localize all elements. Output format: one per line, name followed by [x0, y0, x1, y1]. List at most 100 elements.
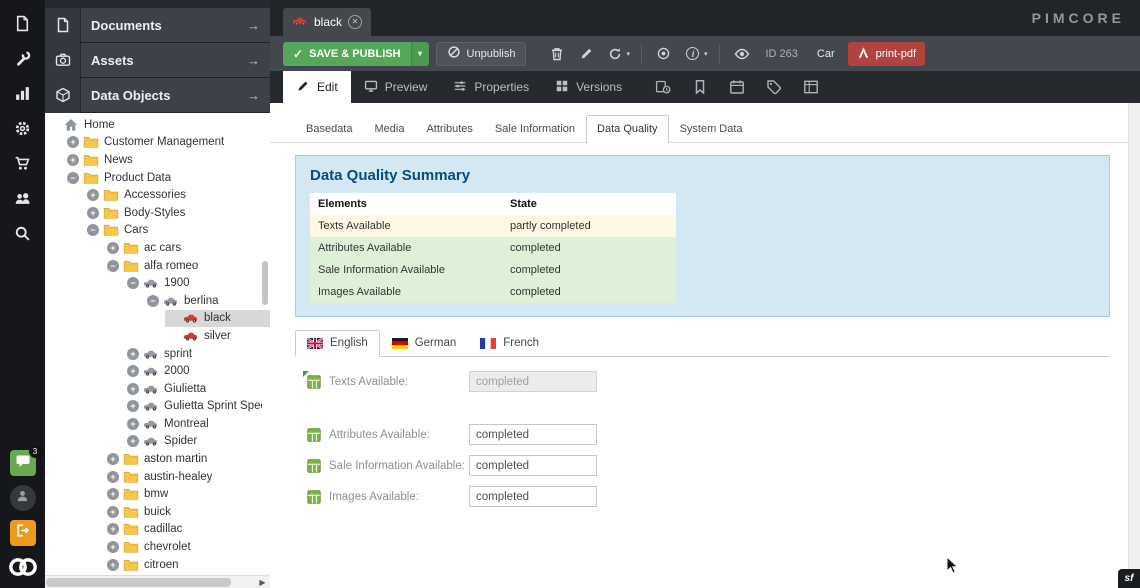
right-scroll-gutter[interactable]: [1128, 103, 1140, 588]
save-publish-button[interactable]: ✓SAVE & PUBLISH ▾: [283, 42, 429, 66]
tree-node-montreal[interactable]: +Montreal: [45, 415, 270, 433]
tree-vertical-scrollbar[interactable]: [261, 113, 269, 573]
tree-node-aston-martin[interactable]: +aston martin: [45, 450, 270, 468]
tree-node-cars[interactable]: −Cars: [45, 222, 270, 240]
reload-caret-icon[interactable]: ▾: [626, 50, 630, 58]
logout-button[interactable]: [10, 520, 36, 546]
info-button[interactable]: i: [682, 42, 704, 66]
expand-plus-icon[interactable]: +: [127, 418, 139, 430]
tab-edit[interactable]: Edit: [283, 71, 351, 103]
tag-button[interactable]: [766, 79, 782, 95]
content-tab-sale-information[interactable]: Sale Information: [484, 115, 586, 144]
expand-plus-icon[interactable]: +: [87, 207, 99, 219]
language-tab-german[interactable]: German: [380, 330, 469, 357]
reload-button[interactable]: [604, 42, 626, 66]
expand-plus-icon[interactable]: +: [127, 365, 139, 377]
rail-reports-icon[interactable]: [0, 76, 45, 111]
expand-plus-icon[interactable]: +: [107, 471, 119, 483]
tree-node-home[interactable]: Home: [45, 116, 270, 134]
tree-node-2000[interactable]: +2000: [45, 362, 270, 380]
tree-node-spider[interactable]: +Spider: [45, 433, 270, 451]
tree-node-gulietta-sprint-specia[interactable]: +Gulietta Sprint Specia: [45, 398, 270, 416]
preview-eye-button[interactable]: [731, 42, 753, 66]
rail-ecommerce-icon[interactable]: [0, 146, 45, 181]
rail-customers-icon[interactable]: [0, 181, 45, 216]
expand-plus-icon[interactable]: +: [127, 348, 139, 360]
collapse-minus-icon[interactable]: −: [147, 295, 159, 307]
tree-node-cadillac[interactable]: +cadillac: [45, 521, 270, 539]
language-tab-french[interactable]: French: [468, 330, 551, 357]
rail-settings-icon[interactable]: [0, 111, 45, 146]
field-input-texts-available[interactable]: [469, 371, 597, 392]
expand-plus-icon[interactable]: +: [107, 541, 119, 553]
tab-black[interactable]: black ✕: [283, 8, 371, 36]
unpublish-button[interactable]: Unpublish: [436, 42, 527, 66]
rail-tools-icon[interactable]: [0, 41, 45, 76]
field-input-attributes-available[interactable]: [469, 424, 597, 445]
tree-node-accessories[interactable]: +Accessories: [45, 186, 270, 204]
tree-node-giulietta[interactable]: +Giulietta: [45, 380, 270, 398]
calendar-button[interactable]: [729, 79, 745, 95]
tab-versions[interactable]: Versions: [542, 71, 635, 103]
tree-node-alfa-romeo[interactable]: −alfa romeo: [45, 257, 270, 275]
locate-in-tree-button[interactable]: [653, 42, 675, 66]
language-tab-english[interactable]: English: [295, 330, 380, 357]
tree-horizontal-scrollbar[interactable]: ▶: [45, 575, 270, 588]
expand-plus-icon[interactable]: +: [87, 189, 99, 201]
collapse-minus-icon[interactable]: −: [67, 172, 79, 184]
scroll-right-arrow-icon[interactable]: ▶: [256, 576, 269, 588]
rename-button[interactable]: [575, 42, 597, 66]
expand-plus-icon[interactable]: +: [127, 400, 139, 412]
expand-plus-icon[interactable]: +: [107, 559, 119, 571]
scrollbar-thumb[interactable]: [46, 578, 231, 587]
report-button[interactable]: [803, 79, 819, 95]
expand-plus-icon[interactable]: +: [127, 435, 139, 447]
print-pdf-button[interactable]: print-pdf: [848, 42, 925, 66]
delete-button[interactable]: [546, 42, 568, 66]
notifications-button[interactable]: 3: [10, 450, 36, 476]
symfony-toolbar-badge[interactable]: sf: [1118, 569, 1140, 588]
tree-node-silver[interactable]: silver: [45, 327, 270, 345]
tree-node-sprint[interactable]: +sprint: [45, 345, 270, 363]
tree-node-austin-healey[interactable]: +austin-healey: [45, 468, 270, 486]
tree-node-chevrolet[interactable]: +chevrolet: [45, 538, 270, 556]
schedule-button[interactable]: [655, 79, 671, 95]
tree-node-buick[interactable]: +buick: [45, 503, 270, 521]
collapse-minus-icon[interactable]: −: [87, 224, 99, 236]
collapse-minus-icon[interactable]: −: [127, 277, 139, 289]
tree-node-ac-cars[interactable]: +ac cars: [45, 239, 270, 257]
save-options-caret-icon[interactable]: ▾: [411, 42, 429, 66]
expand-plus-icon[interactable]: +: [107, 488, 119, 500]
rail-documents-icon[interactable]: [0, 6, 45, 41]
tree-node-1900[interactable]: −1900: [45, 274, 270, 292]
expand-plus-icon[interactable]: +: [107, 242, 119, 254]
expand-plus-icon[interactable]: +: [107, 506, 119, 518]
scrollbar-thumb[interactable]: [262, 261, 268, 305]
expand-plus-icon[interactable]: +: [107, 453, 119, 465]
field-input-images-available[interactable]: [469, 486, 597, 507]
panel-data-objects[interactable]: Data Objects →: [45, 78, 270, 113]
tab-preview[interactable]: Preview: [351, 71, 441, 103]
expand-plus-icon[interactable]: +: [67, 154, 79, 166]
content-tab-system-data[interactable]: System Data: [669, 115, 754, 144]
panel-assets[interactable]: Assets →: [45, 43, 270, 78]
content-tab-basedata[interactable]: Basedata: [295, 115, 363, 144]
tree-node-citroen[interactable]: +citroen: [45, 556, 270, 574]
tree-node-news[interactable]: +News: [45, 151, 270, 169]
collapse-minus-icon[interactable]: −: [107, 260, 119, 272]
expand-plus-icon[interactable]: +: [67, 136, 79, 148]
rail-search-icon[interactable]: [0, 216, 45, 251]
info-caret-icon[interactable]: ▾: [704, 50, 708, 58]
tree-node-body-styles[interactable]: +Body-Styles: [45, 204, 270, 222]
user-profile-button[interactable]: [10, 485, 36, 511]
tree-node-black[interactable]: black: [45, 310, 270, 328]
tree-node-bmw[interactable]: +bmw: [45, 485, 270, 503]
tree-node-customer-management[interactable]: +Customer Management: [45, 134, 270, 152]
tree-node-berlina[interactable]: −berlina: [45, 292, 270, 310]
panel-documents[interactable]: Documents →: [45, 8, 270, 43]
bookmark-button[interactable]: [692, 79, 708, 95]
close-icon[interactable]: ✕: [348, 15, 362, 29]
content-tab-attributes[interactable]: Attributes: [415, 115, 483, 144]
expand-plus-icon[interactable]: +: [107, 523, 119, 535]
expand-plus-icon[interactable]: +: [127, 383, 139, 395]
